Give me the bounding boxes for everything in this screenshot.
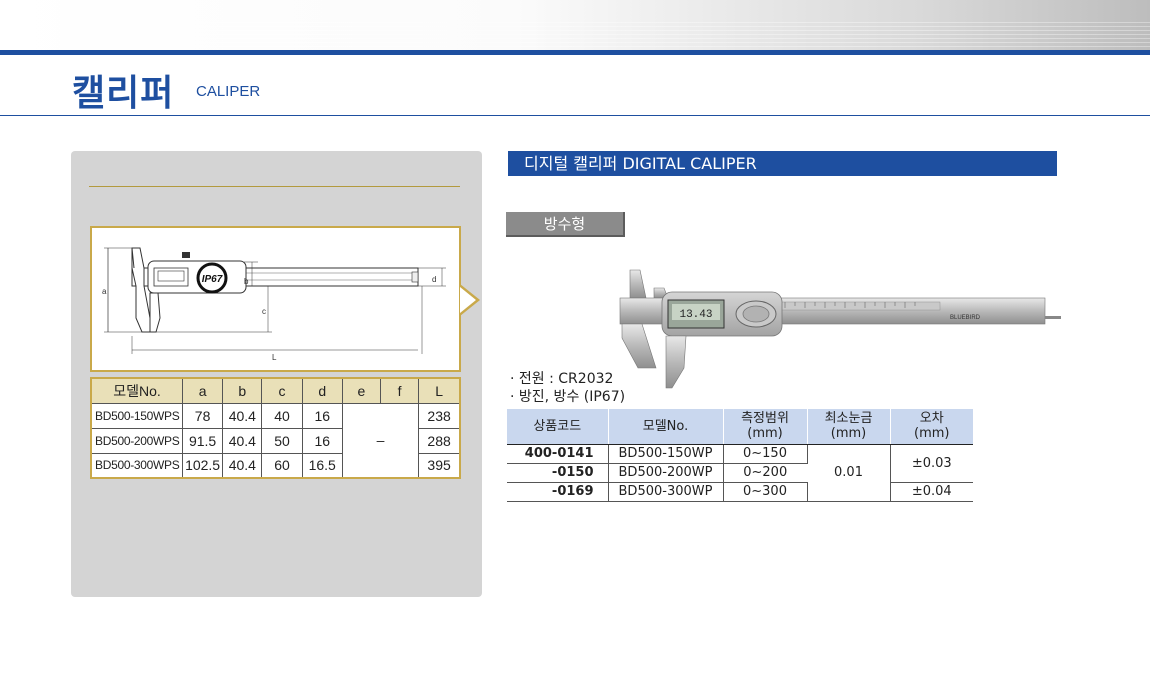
col-a: a [181, 377, 224, 404]
col-l: L [418, 377, 461, 404]
range-cell: 0~200 [723, 463, 807, 483]
product-code-cell: -0169 [507, 482, 609, 502]
dim-b-label: b [244, 277, 249, 286]
page-title: 캘리퍼 [72, 73, 175, 114]
col-d: d [301, 377, 343, 404]
ip67-badge-text: IP67 [202, 274, 223, 285]
d-cell: 16 [301, 427, 343, 454]
col-range-unit: (mm) [747, 426, 783, 442]
top-gradient-band [0, 0, 1150, 50]
col-error-label: 오차 [919, 411, 944, 427]
l-cell: 288 [418, 427, 461, 454]
col-model-no: 모델No. [608, 409, 724, 445]
product-code-cell: -0150 [507, 463, 609, 483]
c-cell: 40 [261, 402, 303, 429]
brand-label: BLUEBIRD [950, 315, 981, 321]
col-c: c [261, 377, 303, 404]
diagram-pointer-arrow-fill [460, 287, 476, 313]
model-cell: BD500-200WP [608, 463, 724, 483]
col-error: 오차 (mm) [890, 409, 973, 445]
a-cell: 102.5 [181, 452, 224, 479]
dimension-table: 모델No. a b c d e f L BD500-150WPS 78 40.4… [90, 377, 461, 479]
b-cell: 40.4 [222, 402, 263, 429]
dim-a-label: a [102, 287, 107, 296]
dimension-diagram: IP67 a b c d L [90, 226, 461, 372]
model-cell: BD500-300WP [608, 482, 724, 502]
b-cell: 40.4 [222, 427, 263, 454]
title-divider [0, 115, 1150, 116]
a-cell: 78 [181, 402, 224, 429]
col-model-no-label: 모델No. [642, 418, 689, 434]
col-resolution-unit: (mm) [830, 426, 867, 442]
product-code-table: 상품코드 모델No. 측정범위 (mm) 최소눈금 (mm) 오차 (mm) 400-… [507, 409, 973, 502]
l-cell: 395 [418, 452, 461, 479]
panel-gold-divider [89, 186, 460, 187]
dimension-panel [71, 151, 482, 597]
lcd-reading: 13.43 [679, 309, 712, 321]
a-cell: 91.5 [181, 427, 224, 454]
c-cell: 50 [261, 427, 303, 454]
model-cell: BD500-150WPS [90, 402, 183, 429]
model-cell: BD500-200WPS [90, 427, 183, 454]
range-cell: 0~300 [723, 482, 808, 502]
table-row: 400-0141 BD500-150WP 0~150 0.01 ±0.03 [507, 444, 973, 502]
section-title: 디지털 캘리퍼 DIGITAL CALIPER [508, 151, 1057, 176]
col-product-code: 상품코드 [507, 409, 609, 445]
col-f: f [380, 377, 420, 404]
resolution-cell: 0.01 [807, 444, 891, 502]
ef-merged-cell: – [341, 402, 420, 479]
dimension-table-header: 모델No. a b c d e f L [90, 377, 461, 404]
spec-power: · 전원 : CR2032 [510, 371, 614, 387]
waterproof-type-tab: 방수형 [506, 212, 625, 237]
dim-c-label: c [262, 307, 266, 316]
table-row: -0169 BD500-300WP 0~300 ±0.04 [507, 482, 973, 502]
col-range-label: 측정범위 [741, 411, 789, 427]
dim-d-label: d [432, 275, 436, 284]
table-row: BD500-150WPS 78 40.4 40 16 – 238 [90, 402, 461, 479]
d-cell: 16 [301, 402, 343, 429]
top-blue-rule [0, 50, 1150, 55]
dim-l-label: L [272, 353, 277, 362]
col-range: 측정범위 (mm) [723, 409, 808, 445]
product-code-cell: 400-0141 [507, 444, 609, 464]
col-e: e [341, 377, 382, 404]
model-cell: BD500-150WP [608, 444, 724, 464]
col-model: 모델No. [90, 377, 183, 404]
col-resolution-label: 최소눈금 [824, 411, 873, 427]
caliper-outline-drawing: IP67 a b c d L [102, 247, 446, 362]
col-resolution: 최소눈금 (mm) [807, 409, 891, 445]
l-cell: 238 [418, 402, 461, 429]
model-cell: BD500-300WPS [90, 452, 183, 479]
page-subtitle: CALIPER [196, 83, 261, 100]
error-cell: ±0.03 [890, 444, 973, 483]
caliper-product-image: BLUEBIRD 13.43 [610, 268, 1065, 398]
error-cell: ±0.04 [890, 482, 973, 502]
d-cell: 16.5 [301, 452, 343, 479]
spec-ip-rating: · 방진, 방수 (IP67) [510, 389, 626, 405]
b-cell: 40.4 [222, 452, 263, 479]
range-cell: 0~150 [723, 444, 808, 464]
col-product-code-label: 상품코드 [533, 418, 582, 434]
col-b: b [222, 377, 263, 404]
code-table-header: 상품코드 모델No. 측정범위 (mm) 최소눈금 (mm) 오차 (mm) [507, 409, 973, 445]
c-cell: 60 [261, 452, 303, 479]
col-error-unit: (mm) [914, 426, 950, 442]
